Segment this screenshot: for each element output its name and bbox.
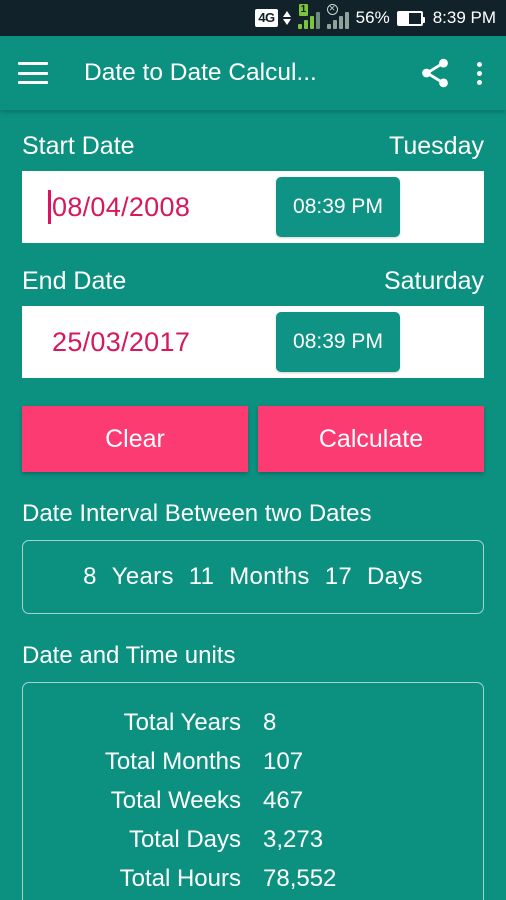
- app-root: 4G 1 ✕ 56% 8:39 PM Date to Date Calcul..…: [0, 0, 506, 900]
- interval-years-value: 8: [83, 563, 97, 590]
- page-title: Date to Date Calcul...: [84, 59, 317, 86]
- table-row: Total Days 3,273: [23, 820, 483, 859]
- no-service-icon: ✕: [326, 4, 338, 15]
- status-clock: 8:39 PM: [432, 8, 496, 27]
- action-buttons: Clear Calculate: [22, 406, 484, 472]
- data-transfer-arrows-icon: [282, 11, 291, 25]
- hamburger-menu-icon[interactable]: [16, 60, 50, 86]
- unit-label: Total Weeks: [110, 787, 241, 814]
- status-bar: 4G 1 ✕ 56% 8:39 PM: [0, 0, 506, 36]
- signal-bars-sim2-icon: ✕: [326, 4, 349, 29]
- end-date-value[interactable]: 25/03/2017: [52, 327, 190, 358]
- share-icon[interactable]: [418, 56, 452, 90]
- interval-card: 8 Years 11 Months 17 Days: [22, 540, 484, 614]
- interval-months-value: 11: [188, 563, 215, 590]
- table-row: Total Hours 78,552: [23, 859, 483, 898]
- overflow-menu-icon[interactable]: [468, 56, 490, 90]
- start-date-field[interactable]: 08/04/2008 08:39 PM: [22, 171, 484, 243]
- table-row: Total Weeks 467: [23, 781, 483, 820]
- units-card: Total Years 8 Total Months 107 Total Wee…: [22, 682, 484, 900]
- end-date-field[interactable]: 25/03/2017 08:39 PM: [22, 306, 484, 378]
- start-date-header: Start Date Tuesday: [22, 132, 484, 161]
- clear-button[interactable]: Clear: [22, 406, 248, 472]
- interval-text: 8 Years 11 Months 17 Days: [79, 563, 427, 591]
- unit-value: 8: [263, 709, 277, 736]
- sim1-badge: 1: [298, 4, 309, 16]
- end-time-button[interactable]: 08:39 PM: [276, 312, 400, 372]
- text-cursor: [48, 190, 51, 224]
- start-date-weekday: Tuesday: [389, 132, 484, 160]
- arrow-down-icon: [282, 19, 291, 25]
- signal-bars-sim1-icon: 1: [297, 4, 320, 29]
- interval-days-label: Days: [366, 563, 423, 590]
- start-date-calendar-button[interactable]: [404, 167, 484, 247]
- main-content: Start Date Tuesday 08/04/2008 08:39 PM E…: [0, 132, 506, 900]
- calculate-button[interactable]: Calculate: [258, 406, 484, 472]
- calendar-icon: [415, 178, 473, 236]
- end-date-header: End Date Saturday: [22, 267, 484, 296]
- unit-label: Total Years: [123, 709, 241, 736]
- start-date-label: Start Date: [22, 132, 135, 160]
- end-date-calendar-button[interactable]: [404, 302, 484, 382]
- app-bar: Date to Date Calcul...: [0, 36, 506, 110]
- interval-years-label: Years: [111, 563, 174, 590]
- unit-label: Total Days: [128, 826, 241, 853]
- network-type-indicator: 4G: [255, 9, 278, 27]
- start-date-section: Start Date Tuesday 08/04/2008 08:39 PM: [22, 132, 484, 243]
- start-time-button[interactable]: 08:39 PM: [276, 177, 400, 237]
- unit-value: 3,273: [263, 826, 324, 853]
- unit-value: 107: [263, 748, 304, 775]
- interval-days-value: 17: [324, 563, 352, 590]
- battery-icon: [396, 10, 425, 26]
- table-row: Total Years 8: [23, 703, 483, 742]
- unit-value: 78,552: [263, 865, 337, 892]
- interval-months-label: Months: [229, 563, 310, 590]
- table-row: Total Months 107: [23, 742, 483, 781]
- units-section-title: Date and Time units: [22, 642, 236, 669]
- interval-section-title: Date Interval Between two Dates: [22, 500, 372, 527]
- end-date-section: End Date Saturday 25/03/2017 08:39 PM: [22, 267, 484, 378]
- start-date-value[interactable]: 08/04/2008: [52, 192, 190, 223]
- calendar-icon: [415, 313, 473, 371]
- end-date-weekday: Saturday: [383, 267, 484, 295]
- end-date-label: End Date: [22, 267, 127, 295]
- unit-label: Total Months: [104, 748, 241, 775]
- battery-percent-label: 56%: [355, 8, 390, 27]
- unit-value: 467: [263, 787, 304, 814]
- arrow-up-icon: [282, 11, 291, 17]
- unit-label: Total Hours: [119, 865, 241, 892]
